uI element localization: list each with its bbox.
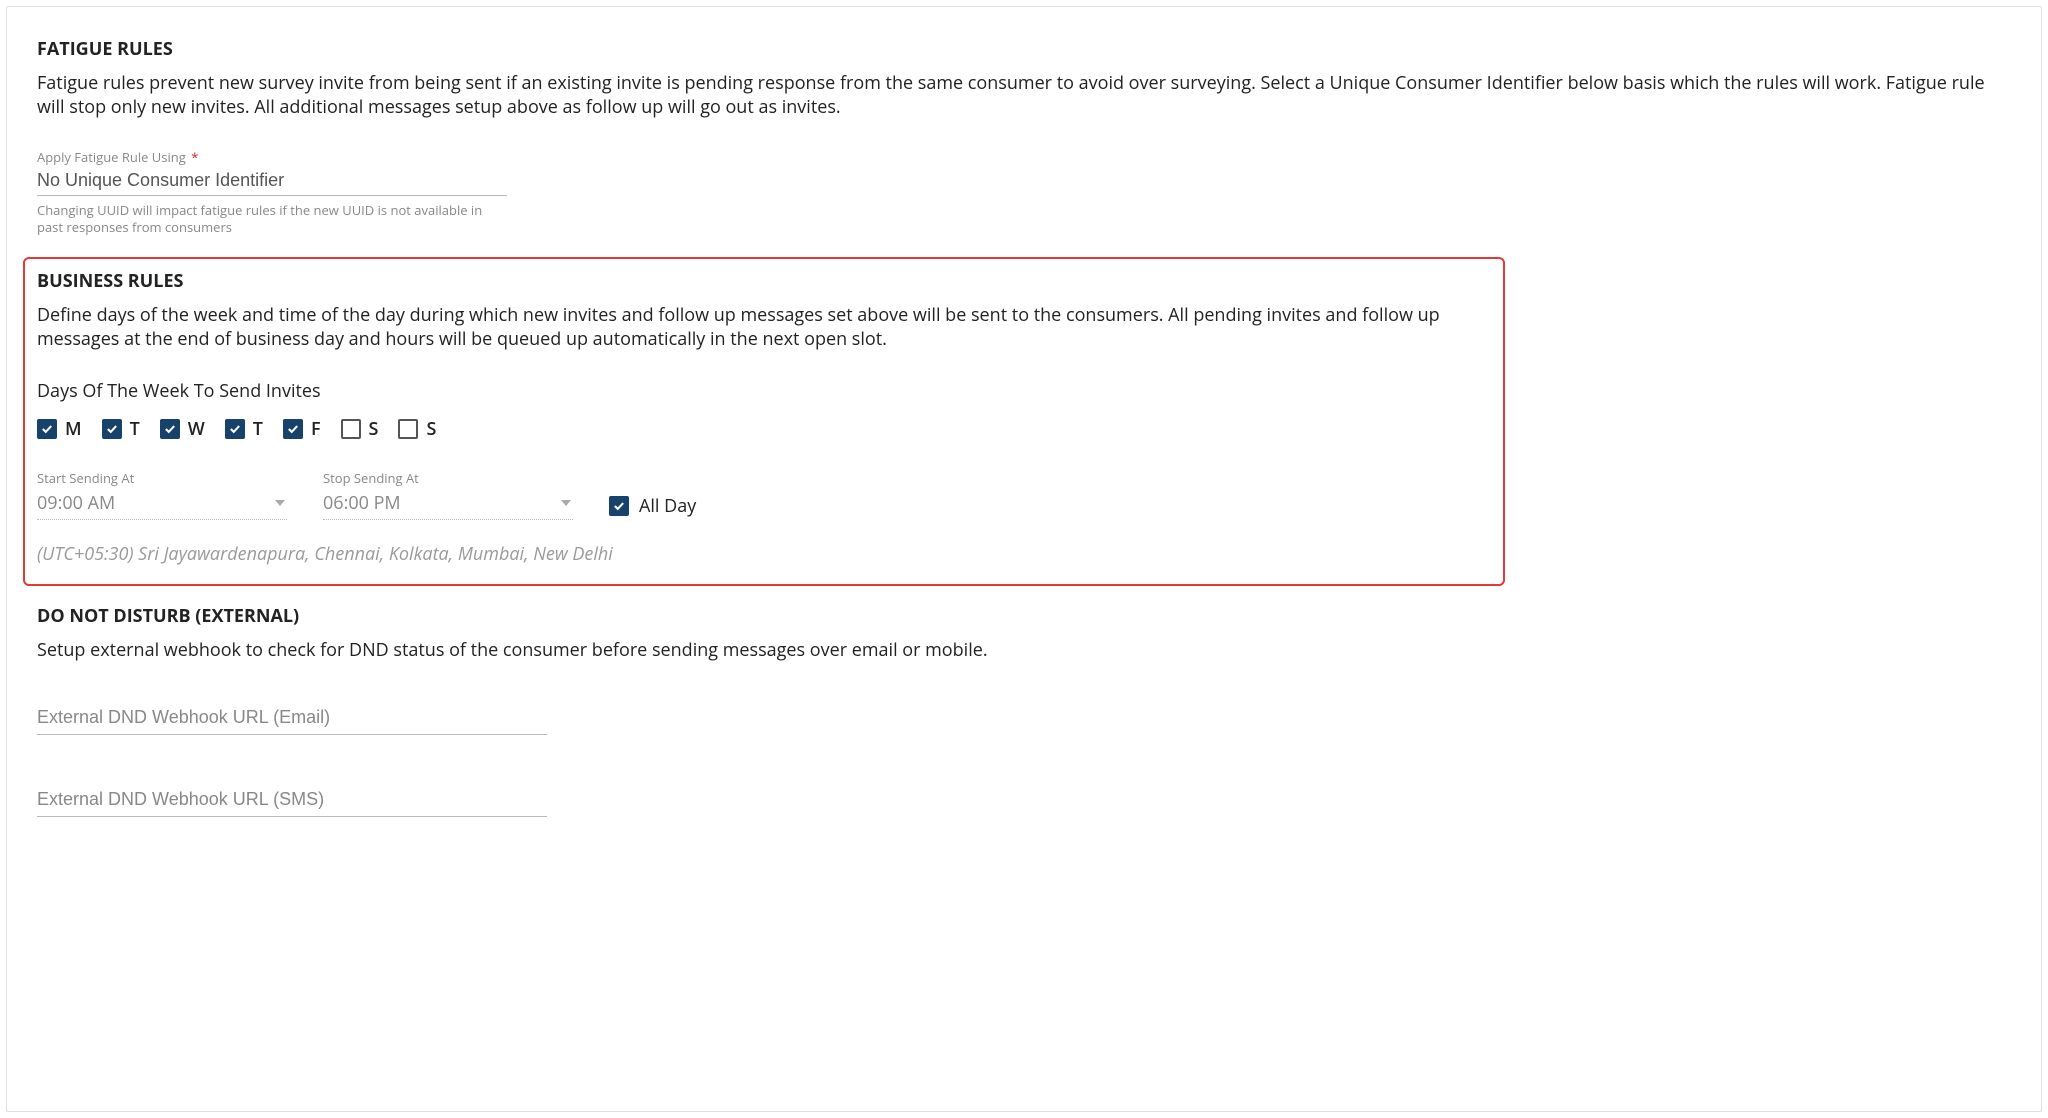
dnd-sms-field — [37, 785, 2011, 817]
day-tuesday-checkbox[interactable] — [102, 419, 122, 439]
dnd-sms-input[interactable] — [37, 785, 547, 817]
business-rules-highlight: BUSINESS RULES Define days of the week a… — [23, 257, 1505, 587]
day-thursday: T — [225, 417, 263, 441]
day-sunday: S — [398, 417, 436, 441]
dnd-email-input[interactable] — [37, 703, 547, 735]
dnd-section: DO NOT DISTURB (EXTERNAL) Setup external… — [37, 604, 2011, 816]
day-saturday-label: S — [369, 417, 379, 441]
day-saturday-checkbox[interactable] — [341, 419, 361, 439]
time-row: Start Sending At 09:00 AM Stop Sending A… — [37, 469, 1491, 520]
day-sunday-checkbox[interactable] — [398, 419, 418, 439]
days-of-week-label: Days Of The Week To Send Invites — [37, 379, 1491, 403]
day-wednesday-checkbox[interactable] — [160, 419, 180, 439]
chevron-down-icon — [561, 500, 571, 506]
apply-fatigue-field: Apply Fatigue Rule Using * Changing UUID… — [37, 148, 2011, 237]
start-sending-field: Start Sending At 09:00 AM — [37, 469, 287, 520]
all-day-label: All Day — [639, 494, 696, 518]
fatigue-rules-section: FATIGUE RULES Fatigue rules prevent new … — [37, 37, 2011, 237]
day-friday-label: F — [311, 417, 321, 441]
timezone-text: (UTC+05:30) Sri Jayawardenapura, Chennai… — [37, 542, 1491, 566]
apply-fatigue-label: Apply Fatigue Rule Using * — [37, 148, 2011, 166]
day-tuesday-label: T — [130, 417, 140, 441]
day-thursday-label: T — [253, 417, 263, 441]
stop-sending-value: 06:00 PM — [323, 491, 401, 515]
all-day-toggle: All Day — [609, 494, 696, 518]
business-rules-desc: Define days of the week and time of the … — [37, 303, 1491, 352]
day-wednesday: W — [160, 417, 205, 441]
day-monday: M — [37, 417, 82, 441]
chevron-down-icon — [275, 500, 285, 506]
day-monday-label: M — [65, 417, 82, 441]
days-of-week-row: M T W T — [37, 417, 1491, 441]
settings-panel: FATIGUE RULES Fatigue rules prevent new … — [6, 6, 2042, 1112]
start-sending-value: 09:00 AM — [37, 491, 115, 515]
day-friday: F — [283, 417, 321, 441]
stop-sending-select[interactable]: 06:00 PM — [323, 489, 573, 520]
apply-fatigue-input[interactable] — [37, 168, 507, 196]
stop-sending-field: Stop Sending At 06:00 PM — [323, 469, 573, 520]
all-day-checkbox[interactable] — [609, 496, 629, 516]
dnd-email-field — [37, 703, 2011, 735]
day-thursday-checkbox[interactable] — [225, 419, 245, 439]
business-rules-section: BUSINESS RULES Define days of the week a… — [37, 269, 1491, 567]
fatigue-rules-title: FATIGUE RULES — [37, 37, 2011, 61]
dnd-title: DO NOT DISTURB (EXTERNAL) — [37, 604, 2011, 628]
day-friday-checkbox[interactable] — [283, 419, 303, 439]
apply-fatigue-label-text: Apply Fatigue Rule Using — [37, 148, 186, 166]
start-sending-label: Start Sending At — [37, 469, 287, 487]
day-wednesday-label: W — [188, 417, 205, 441]
fatigue-rules-desc: Fatigue rules prevent new survey invite … — [37, 71, 2011, 120]
start-sending-select[interactable]: 09:00 AM — [37, 489, 287, 520]
day-saturday: S — [341, 417, 379, 441]
apply-fatigue-helper: Changing UUID will impact fatigue rules … — [37, 202, 507, 237]
day-monday-checkbox[interactable] — [37, 419, 57, 439]
stop-sending-label: Stop Sending At — [323, 469, 573, 487]
dnd-desc: Setup external webhook to check for DND … — [37, 638, 2011, 662]
required-asterisk: * — [191, 148, 198, 166]
day-tuesday: T — [102, 417, 140, 441]
business-rules-title: BUSINESS RULES — [37, 269, 1491, 293]
day-sunday-label: S — [426, 417, 436, 441]
